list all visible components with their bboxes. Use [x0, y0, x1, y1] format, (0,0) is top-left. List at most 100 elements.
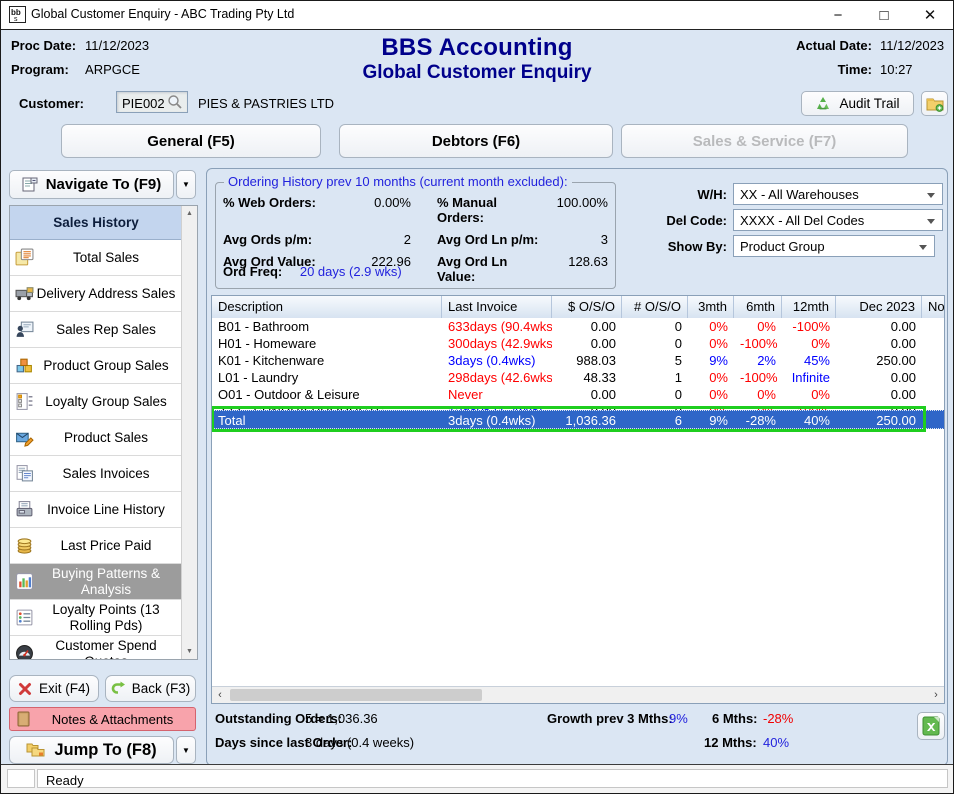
table-row[interactable]: K01 - Kitchenware3days (0.4wks)988.0359%… [212, 352, 944, 369]
web-orders-value: 0.00% [335, 195, 411, 225]
sidebar-item[interactable]: Buying Patterns & Analysis [10, 564, 182, 600]
audit-trail-label: Audit Trail [839, 96, 899, 111]
avg-ord-ln-value: 3 [541, 232, 608, 247]
time-value: 10:27 [880, 62, 946, 77]
sidebar-item[interactable]: Product Sales [10, 420, 182, 456]
column-header[interactable]: Nov 2023 [922, 296, 944, 318]
scroll-up-icon[interactable]: ▲ [182, 206, 197, 221]
growth-12mths-value: 40% [763, 735, 789, 750]
table-cell: -100% [782, 318, 836, 335]
sidebar-item[interactable]: Sales Invoices [10, 456, 182, 492]
tab-debtors[interactable]: Debtors (F6) [339, 124, 613, 158]
column-header[interactable]: $ O/S/O [552, 296, 622, 318]
table-row[interactable]: B01 - Bathroom633days (90.4wks)0.0000%0%… [212, 318, 944, 335]
table-cell: 0.00 [836, 318, 922, 335]
table-cell: 5 [622, 352, 688, 369]
table-header: DescriptionLast Invoice$ O/S/O# O/S/O3mt… [212, 296, 944, 319]
navigate-to-label: Navigate To (F9) [46, 176, 162, 193]
table-body-wrap: B01 - Bathroom633days (90.4wks)0.0000%0%… [212, 318, 944, 687]
del-code-value: XXXX - All Del Codes [740, 213, 864, 228]
sidebar-scrollbar[interactable]: ▲ ▼ [181, 206, 197, 659]
hscroll-thumb[interactable] [230, 689, 482, 701]
column-header[interactable]: # O/S/O [622, 296, 688, 318]
sidebar-item[interactable]: Customer Spend Quotas [10, 636, 182, 659]
table-cell: 0% [734, 318, 782, 335]
notes-attachments-button[interactable]: Notes & Attachments [9, 707, 196, 731]
export-excel-button[interactable] [917, 712, 945, 740]
column-header[interactable]: 3mth [688, 296, 734, 318]
ord-freq-label: Ord Freq: [223, 264, 282, 279]
search-icon[interactable] [167, 94, 183, 110]
close-button[interactable]: ✕ [907, 1, 953, 29]
table-cell: 0% [688, 335, 734, 352]
navigate-to-button[interactable]: Navigate To (F9) [9, 170, 174, 199]
tab-general[interactable]: General (F5) [61, 124, 321, 158]
table-body: B01 - Bathroom633days (90.4wks)0.0000%0%… [212, 318, 944, 420]
outstanding-orders-value: 5 = 1,036.36 [305, 711, 378, 726]
column-header[interactable]: Dec 2023 [836, 296, 922, 318]
total-cell: 6 [622, 411, 688, 428]
back-button[interactable]: Back (F3) [105, 675, 196, 702]
chevron-down-icon [919, 245, 927, 250]
navigate-dropdown-arrow[interactable]: ▼ [176, 170, 196, 199]
table-cell: B01 - Bathroom [212, 318, 442, 335]
column-header[interactable]: 12mth [782, 296, 836, 318]
column-header[interactable]: 6mth [734, 296, 782, 318]
minimize-button[interactable]: − [815, 1, 861, 29]
table-cell: 0.00 [552, 386, 622, 403]
show-by-select[interactable]: Product Group [733, 235, 935, 257]
days-since-value: 3 days (0.4 weeks) [305, 735, 414, 750]
scroll-left-icon[interactable]: ‹ [212, 687, 228, 703]
table-cell: 0.00 [836, 369, 922, 386]
audit-trail-button[interactable]: Audit Trail [801, 91, 914, 116]
table-row[interactable]: L01 - Laundry298days (42.6wks)48.3310%-1… [212, 369, 944, 386]
jump-dropdown-arrow[interactable]: ▼ [176, 736, 196, 764]
sidebar-item[interactable]: Last Price Paid [10, 528, 182, 564]
sidebar-item[interactable]: Loyalty Points (13 Rolling Pds) [10, 600, 182, 636]
table-cell: -100% [734, 369, 782, 386]
manual-orders-value: 100.00% [541, 195, 608, 225]
table-cell: 298days (42.6wks) [442, 369, 552, 386]
maximize-button[interactable]: □ [861, 1, 907, 29]
table-row[interactable]: O01 - Outdoor & LeisureNever0.0000%0%0%0… [212, 386, 944, 403]
column-header[interactable]: Description [212, 296, 442, 318]
report-icon [15, 248, 34, 267]
table-hscrollbar[interactable]: ‹ › [212, 686, 944, 703]
del-code-select[interactable]: XXXX - All Del Codes [733, 209, 943, 231]
sidebar-item[interactable]: Delivery Address Sales [10, 276, 182, 312]
sidebar-item-label: Buying Patterns & Analysis [10, 566, 182, 596]
sidebar-item[interactable]: Invoice Line History [10, 492, 182, 528]
sidebar-item-label: Total Sales [10, 250, 182, 265]
ordering-history-title: Ordering History prev 10 months (current… [224, 174, 572, 189]
jump-to-button[interactable]: Jump To (F8) [9, 736, 174, 764]
sidebar-item[interactable]: Product Group Sales [10, 348, 182, 384]
table-cell: Infinite [782, 369, 836, 386]
exit-button[interactable]: Exit (F4) [9, 675, 99, 702]
table-row[interactable]: H01 - Homeware300days (42.9wks)0.0000%-1… [212, 335, 944, 352]
scroll-right-icon[interactable]: › [928, 687, 944, 703]
receipt-icon [15, 500, 34, 519]
exit-x-icon [18, 682, 32, 696]
total-row[interactable]: Total3days (0.4wks)1,036.3669%-28%40%250… [212, 410, 944, 429]
table-cell [922, 369, 944, 386]
warehouse-select[interactable]: XX - All Warehouses [733, 183, 943, 205]
column-header[interactable]: Last Invoice [442, 296, 552, 318]
avg-ord-ln-value-label: Avg Ord Ln Value: [411, 254, 541, 284]
navigate-icon [22, 177, 38, 193]
del-code-label: Del Code: [666, 213, 727, 228]
table-cell: 0.00 [552, 318, 622, 335]
scroll-down-icon[interactable]: ▼ [182, 644, 197, 659]
sidebar-item[interactable]: Loyalty Group Sales [10, 384, 182, 420]
sidebar-item[interactable]: Total Sales [10, 240, 182, 276]
add-attachment-button[interactable] [921, 91, 948, 116]
table-cell [922, 335, 944, 352]
chevron-down-icon [927, 193, 935, 198]
total-cell: 3days (0.4wks) [442, 411, 552, 428]
actual-date-value: 11/12/2023 [880, 38, 946, 53]
show-by-value: Product Group [740, 239, 825, 254]
sidebar-item[interactable]: Sales Rep Sales [10, 312, 182, 348]
loyalty-list-icon [15, 608, 34, 627]
sales-rep-icon [15, 320, 34, 339]
table-cell: 0% [782, 386, 836, 403]
table-cell: 250.00 [836, 352, 922, 369]
